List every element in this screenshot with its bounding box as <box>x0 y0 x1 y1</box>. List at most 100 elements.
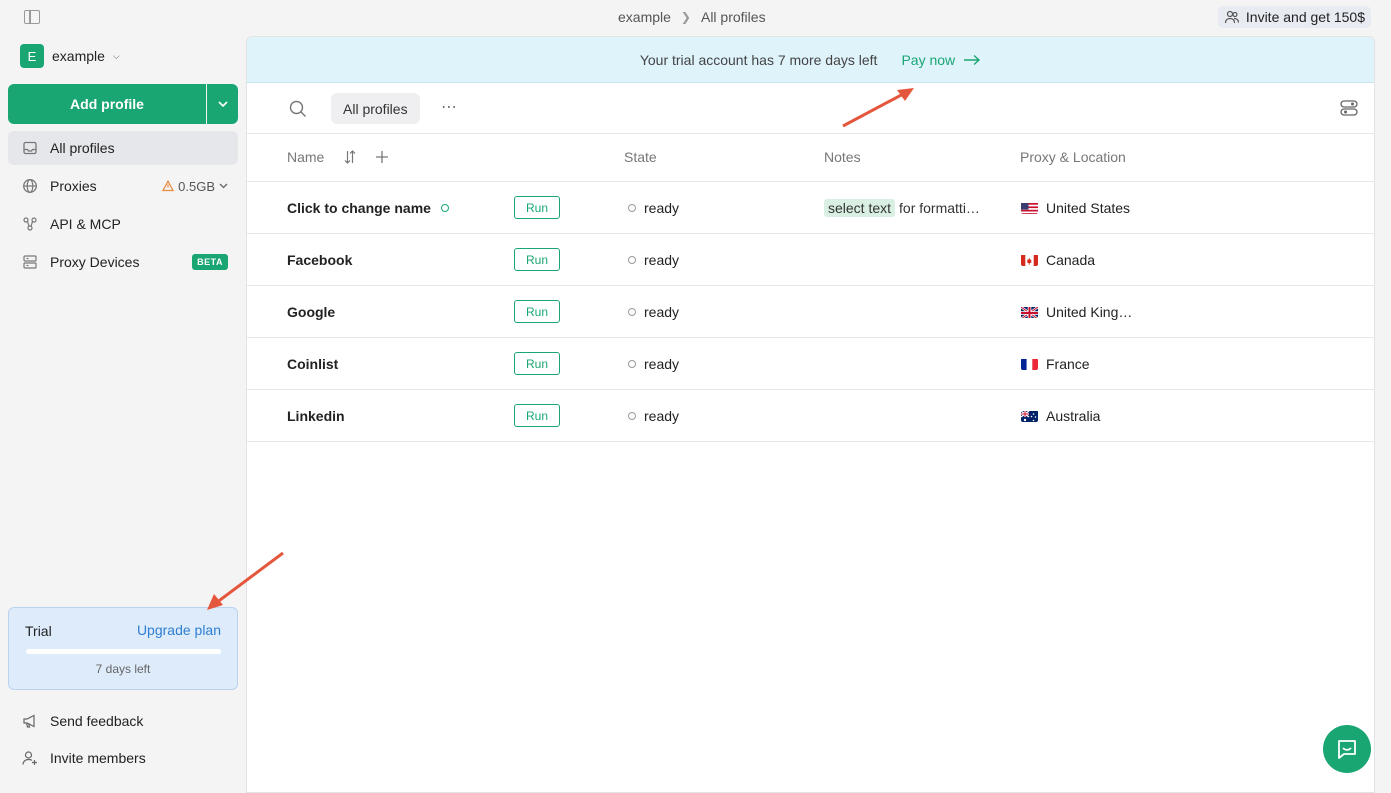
trial-label: Trial <box>25 623 52 639</box>
top-bar: example ❯ All profiles Invite and get 15… <box>0 0 1391 34</box>
state-label: ready <box>644 303 680 320</box>
beta-badge: BETA <box>192 254 228 270</box>
main-panel: Your trial account has 7 more days left … <box>246 36 1375 793</box>
sidebar-toggle-icon[interactable] <box>24 10 40 24</box>
arrow-right-icon <box>964 54 981 65</box>
state-dot-icon <box>628 255 636 264</box>
warning-icon <box>162 180 175 192</box>
workspace-avatar: E <box>20 44 44 68</box>
table-row[interactable]: Google Run ready United King… <box>247 286 1374 338</box>
people-icon <box>1224 10 1239 24</box>
chevron-right-icon: ❯ <box>680 10 691 24</box>
proxy-usage-value: 0.5GB <box>178 178 215 194</box>
add-column-icon[interactable] <box>375 150 389 164</box>
sidebar-item-api-mcp[interactable]: API & MCP <box>8 207 238 241</box>
profile-name[interactable]: Coinlist <box>287 356 338 372</box>
state-cell: ready <box>628 338 679 389</box>
table-row[interactable]: Click to change name Run ready select te… <box>247 182 1374 234</box>
invite-label: Invite and get 150$ <box>1245 9 1365 25</box>
profile-name[interactable]: Google <box>287 304 335 320</box>
run-cell: Run <box>514 390 560 441</box>
profile-name-cell[interactable]: Google <box>287 286 335 337</box>
column-notes[interactable]: Notes <box>824 149 861 165</box>
column-proxy-location[interactable]: Proxy & Location <box>1020 149 1126 165</box>
megaphone-icon <box>22 713 38 729</box>
invite-members-label: Invite members <box>50 750 146 766</box>
profile-name[interactable]: Linkedin <box>287 408 345 424</box>
search-icon[interactable] <box>289 100 307 118</box>
note-highlight: select text <box>824 198 896 217</box>
send-feedback-label: Send feedback <box>50 713 144 729</box>
run-button[interactable]: Run <box>514 300 560 323</box>
state-label: ready <box>644 407 680 424</box>
sidebar: E example ⌵ Add profile All profiles Pro… <box>0 34 246 793</box>
state-cell: ready <box>628 234 679 285</box>
location-cell[interactable]: Canada <box>1021 234 1095 285</box>
more-options-icon[interactable]: ⋯ <box>441 97 458 117</box>
pay-now-link[interactable]: Pay now <box>901 52 981 68</box>
location-label: France <box>1046 355 1090 372</box>
profile-name-cell[interactable]: Coinlist <box>287 338 338 389</box>
state-cell: ready <box>628 182 679 233</box>
notes-cell[interactable]: select text for formatti… <box>824 182 980 233</box>
profile-name[interactable]: Click to change name <box>287 200 431 216</box>
toolbar: All profiles ⋯ <box>247 83 1374 134</box>
run-button[interactable]: Run <box>514 352 560 375</box>
invite-button[interactable]: Invite and get 150$ <box>1217 6 1371 28</box>
trial-days-left: 7 days left <box>95 662 151 676</box>
table-body: Click to change name Run ready select te… <box>247 182 1374 442</box>
globe-icon <box>22 178 38 194</box>
profile-name[interactable]: Facebook <box>287 252 352 268</box>
breadcrumb-workspace[interactable]: example <box>618 9 671 25</box>
sidebar-bottom-nav: Send feedback Invite members <box>8 704 238 778</box>
add-profile-button[interactable]: Add profile <box>8 84 206 124</box>
breadcrumb-current: All profiles <box>700 9 766 25</box>
profile-name-cell[interactable]: Facebook <box>287 234 352 285</box>
send-feedback-button[interactable]: Send feedback <box>8 704 238 738</box>
run-button[interactable]: Run <box>514 404 560 427</box>
upgrade-plan-link[interactable]: Upgrade plan <box>137 622 221 638</box>
workspace-switcher[interactable]: E example ⌵ <box>20 44 120 68</box>
table-row[interactable]: Linkedin Run ready Australia <box>247 390 1374 442</box>
location-cell[interactable]: Australia <box>1021 390 1100 441</box>
table-row[interactable]: Facebook Run ready Canada <box>247 234 1374 286</box>
location-cell[interactable]: United States <box>1021 182 1130 233</box>
flag-ca-icon <box>1021 254 1038 266</box>
sidebar-item-label: Proxies <box>50 178 97 194</box>
pay-now-label: Pay now <box>901 51 956 68</box>
chevron-down-icon: ⌵ <box>112 50 120 61</box>
column-name[interactable]: Name <box>287 149 324 165</box>
state-dot-icon <box>628 307 636 316</box>
location-label: Canada <box>1046 251 1096 268</box>
sidebar-item-all-profiles[interactable]: All profiles <box>8 131 238 165</box>
sidebar-nav: All profiles Proxies 0.5GB API & MCP Pro… <box>8 131 238 283</box>
proxy-usage: 0.5GB <box>162 179 228 194</box>
profile-name-cell[interactable]: Click to change name <box>287 182 449 233</box>
chat-support-button[interactable] <box>1323 725 1371 773</box>
location-cell[interactable]: France <box>1021 338 1090 389</box>
run-button[interactable]: Run <box>514 196 560 219</box>
location-label: United King… <box>1046 303 1133 320</box>
state-label: ready <box>644 355 680 372</box>
trial-progress-bar <box>26 649 221 654</box>
add-profile-dropdown[interactable] <box>207 84 238 124</box>
sidebar-item-label: API & MCP <box>50 216 121 232</box>
sidebar-item-proxy-devices[interactable]: Proxy Devices BETA <box>8 245 238 279</box>
state-label: ready <box>644 199 680 216</box>
run-cell: Run <box>514 234 560 285</box>
table-row[interactable]: Coinlist Run ready France <box>247 338 1374 390</box>
inbox-icon <box>22 140 38 156</box>
sort-icon[interactable] <box>344 149 356 165</box>
invite-members-button[interactable]: Invite members <box>8 741 238 775</box>
flag-gb-icon <box>1021 305 1038 318</box>
column-state[interactable]: State <box>624 149 657 165</box>
sidebar-item-label: All profiles <box>50 140 115 156</box>
view-settings-icon[interactable] <box>1340 99 1358 117</box>
location-cell[interactable]: United King… <box>1021 286 1132 337</box>
profile-name-cell[interactable]: Linkedin <box>287 390 345 441</box>
run-cell: Run <box>514 338 560 389</box>
sidebar-item-proxies[interactable]: Proxies 0.5GB <box>8 169 238 203</box>
tab-all-profiles[interactable]: All profiles <box>331 93 420 124</box>
run-button[interactable]: Run <box>514 248 560 271</box>
api-icon <box>22 216 38 232</box>
